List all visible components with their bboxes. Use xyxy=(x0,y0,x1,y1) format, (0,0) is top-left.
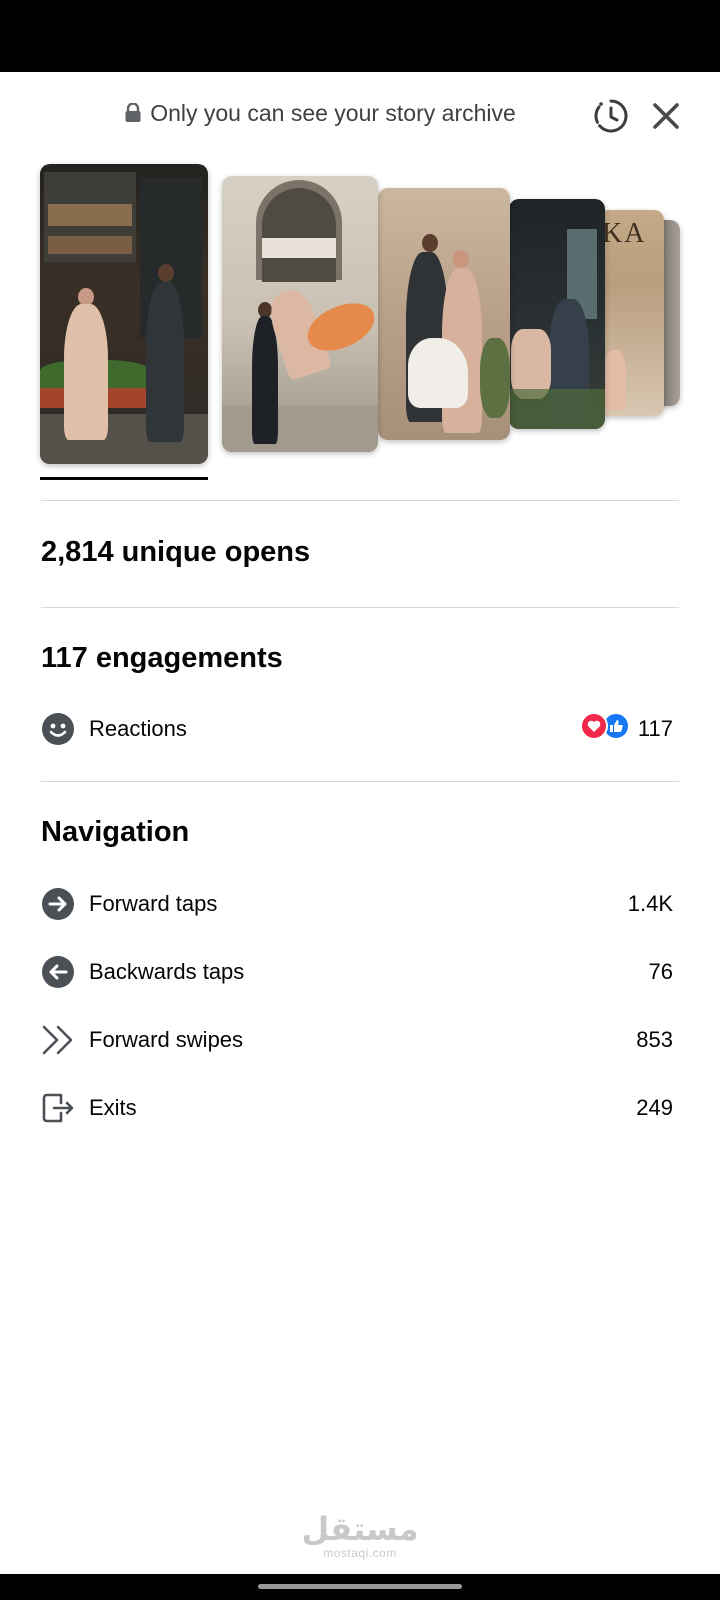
privacy-text: Only you can see your story archive xyxy=(150,100,516,126)
privacy-notice: Only you can see your story archive xyxy=(0,100,640,129)
story-thumb[interactable] xyxy=(222,176,378,452)
love-reaction-icon xyxy=(579,712,608,746)
reactions-row[interactable]: Reactions 117 xyxy=(41,707,673,751)
smiley-icon xyxy=(41,712,75,746)
home-gesture-handle[interactable] xyxy=(258,1584,462,1589)
close-button[interactable] xyxy=(646,96,686,136)
backwards-taps-value: 76 xyxy=(648,959,673,984)
divider xyxy=(41,607,679,608)
arrow-right-circle-icon xyxy=(41,887,75,921)
archive-clock-icon[interactable] xyxy=(591,96,631,136)
exits-value: 249 xyxy=(636,1095,673,1120)
forward-swipes-row[interactable]: Forward swipes 853 xyxy=(41,1018,673,1062)
story-thumb[interactable] xyxy=(378,188,510,440)
exit-icon xyxy=(41,1091,75,1125)
arrow-left-circle-icon xyxy=(41,955,75,989)
story-carousel[interactable]: KA xyxy=(0,160,720,490)
forward-swipes-value: 853 xyxy=(636,1027,673,1052)
navigation-heading: Navigation xyxy=(41,816,190,848)
divider xyxy=(41,781,679,782)
backwards-taps-row[interactable]: Backwards taps 76 xyxy=(41,950,673,994)
forward-taps-row[interactable]: Forward taps 1.4K xyxy=(41,882,673,926)
story-thumb[interactable] xyxy=(509,199,605,429)
exits-label: Exits xyxy=(89,1095,137,1120)
forward-swipes-label: Forward swipes xyxy=(89,1027,244,1052)
lock-icon xyxy=(124,102,142,129)
double-chevron-right-icon xyxy=(41,1023,75,1057)
unique-opens-heading: 2,814 unique opens xyxy=(41,536,311,568)
watermark-arabic: مستقل xyxy=(301,1510,419,1548)
forward-taps-label: Forward taps xyxy=(89,891,218,916)
story-thumb-selected[interactable] xyxy=(40,164,208,464)
system-navigation-bar xyxy=(0,1574,720,1600)
backwards-taps-label: Backwards taps xyxy=(89,959,245,984)
watermark: مستقل mostaqi.com xyxy=(300,1512,420,1560)
close-icon xyxy=(653,103,679,129)
exits-row[interactable]: Exits 249 xyxy=(41,1086,673,1130)
status-bar xyxy=(0,0,720,72)
story-thumb[interactable]: KA xyxy=(598,210,664,416)
divider xyxy=(41,500,679,501)
reactions-count: 117 xyxy=(637,716,673,741)
watermark-latin: mostaqi.com xyxy=(323,1546,397,1560)
archive-header: Only you can see your story archive xyxy=(0,72,720,162)
selected-story-indicator xyxy=(40,477,208,480)
forward-taps-value: 1.4K xyxy=(627,891,673,916)
reactions-label: Reactions xyxy=(89,716,187,741)
engagements-heading: 117 engagements xyxy=(41,642,283,674)
